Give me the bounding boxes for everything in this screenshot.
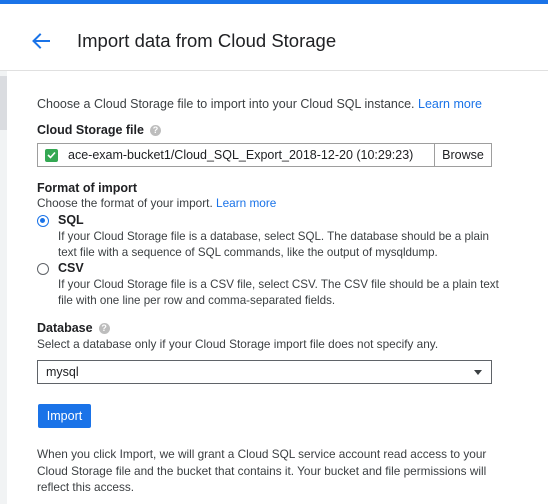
option-csv-desc-line-1: If your Cloud Storage file is a CSV file… [58,278,499,291]
check-icon [45,148,58,162]
arrow-back-icon[interactable] [30,30,52,52]
intro-message: Choose a Cloud Storage file to import in… [37,97,415,111]
option-sql-description: If your Cloud Storage file is a database… [58,229,518,261]
database-label-text: Database [37,321,93,335]
format-subtitle-text: Choose the format of your import. [37,196,213,210]
import-button[interactable]: Import [38,404,91,428]
page-header: Import data from Cloud Storage [0,4,548,71]
database-select[interactable]: mysql [37,360,492,384]
database-select-value: mysql [46,365,79,379]
permissions-note: When you click Import, we will grant a C… [37,446,507,496]
permissions-note-line-2: Cloud Storage file and the bucket that c… [37,463,487,478]
left-nav-strip [0,71,7,504]
option-csv-label: CSV [58,261,84,275]
option-sql-label: SQL [58,213,84,227]
storage-file-label: Cloud Storage file ? [37,123,161,137]
intro-text: Choose a Cloud Storage file to import in… [37,97,482,111]
radio-csv[interactable] [37,263,49,275]
page-title: Import data from Cloud Storage [77,30,337,51]
option-sql-desc-line-2: text file with a sequence of SQL command… [58,246,438,259]
permissions-note-line-3: reflect this access. [37,480,135,494]
option-csv-description: If your Cloud Storage file is a CSV file… [58,277,518,309]
radio-sql[interactable] [37,215,49,227]
help-icon[interactable]: ? [149,124,161,136]
format-subtitle: Choose the format of your import. Learn … [37,196,276,210]
format-learn-more-link[interactable]: Learn more [216,196,276,210]
dropdown-caret-icon [474,370,482,375]
intro-learn-more-link[interactable]: Learn more [418,97,482,111]
storage-file-label-text: Cloud Storage file [37,123,144,137]
format-label: Format of import [37,181,137,195]
option-sql-desc-line-1: If your Cloud Storage file is a database… [58,230,489,243]
left-nav-indicator [0,76,7,130]
help-icon[interactable]: ? [98,322,110,334]
format-label-text: Format of import [37,181,137,195]
storage-file-field[interactable]: ace-exam-bucket1/Cloud_SQL_Export_2018-1… [37,143,435,167]
browse-button[interactable]: Browse [434,143,492,167]
permissions-note-line-1: When you click Import, we will grant a C… [37,447,487,461]
database-label: Database ? [37,321,110,335]
storage-file-path: ace-exam-bucket1/Cloud_SQL_Export_2018-1… [68,148,414,162]
database-subtitle: Select a database only if your Cloud Sto… [37,337,439,351]
option-csv-desc-line-2: file with one line per row and comma-sep… [58,294,336,307]
